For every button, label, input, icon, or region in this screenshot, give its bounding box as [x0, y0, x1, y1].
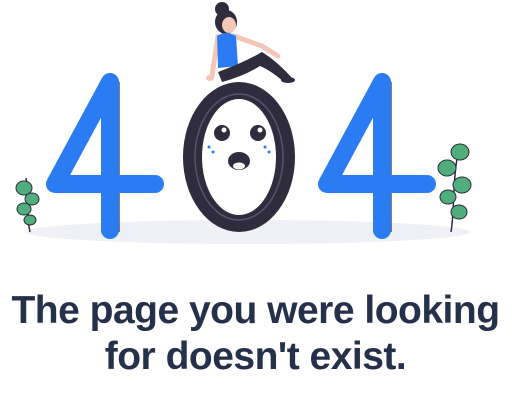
error-message-line-2: for doesn't exist.	[104, 335, 407, 378]
digit-four-right	[318, 73, 436, 239]
digit-four-left	[46, 73, 164, 239]
not-found-page: The page you were looking for doesn't ex…	[0, 0, 511, 400]
plant-left-icon	[15, 177, 40, 233]
error-404-illustration	[15, 2, 472, 244]
woman-sitting-icon	[206, 2, 295, 83]
error-message: The page you were looking for doesn't ex…	[0, 288, 511, 380]
error-message-line-1: The page you were looking	[11, 289, 500, 332]
plant-right-icon	[437, 143, 472, 233]
